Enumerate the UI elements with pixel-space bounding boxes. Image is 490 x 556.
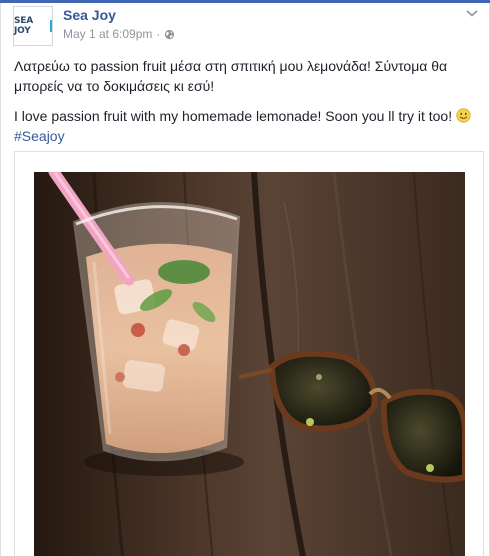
post-meta: May 1 at 6:09pm · bbox=[63, 27, 175, 41]
post-text-english: I love passion fruit with my homemade le… bbox=[14, 108, 453, 124]
facebook-post: SEA JOY Sea Joy May 1 at 6:09pm · Λατρεύ… bbox=[0, 3, 490, 556]
hashtag-link[interactable]: #Seajoy bbox=[14, 126, 482, 146]
post-text-english-line: I love passion fruit with my homemade le… bbox=[14, 106, 482, 126]
globe-icon[interactable] bbox=[164, 29, 175, 40]
smile-emoji-icon bbox=[456, 108, 471, 123]
page-name-link[interactable]: Sea Joy bbox=[63, 7, 116, 23]
lemonade-photo-illustration bbox=[34, 172, 465, 556]
post-body: Λατρεύω το passion fruit μέσα στη σπιτικ… bbox=[14, 56, 482, 146]
meta-separator: · bbox=[156, 27, 161, 41]
post-photo[interactable] bbox=[34, 172, 465, 556]
post-text-greek: Λατρεύω το passion fruit μέσα στη σπιτικ… bbox=[14, 58, 448, 94]
avatar-logo-text: SEA JOY bbox=[14, 16, 33, 36]
avatar-logo-accent bbox=[50, 20, 52, 32]
chevron-down-icon[interactable] bbox=[465, 8, 479, 18]
photo-attachment bbox=[14, 151, 484, 556]
avatar[interactable]: SEA JOY bbox=[13, 6, 53, 46]
post-timestamp[interactable]: May 1 at 6:09pm bbox=[63, 27, 152, 41]
